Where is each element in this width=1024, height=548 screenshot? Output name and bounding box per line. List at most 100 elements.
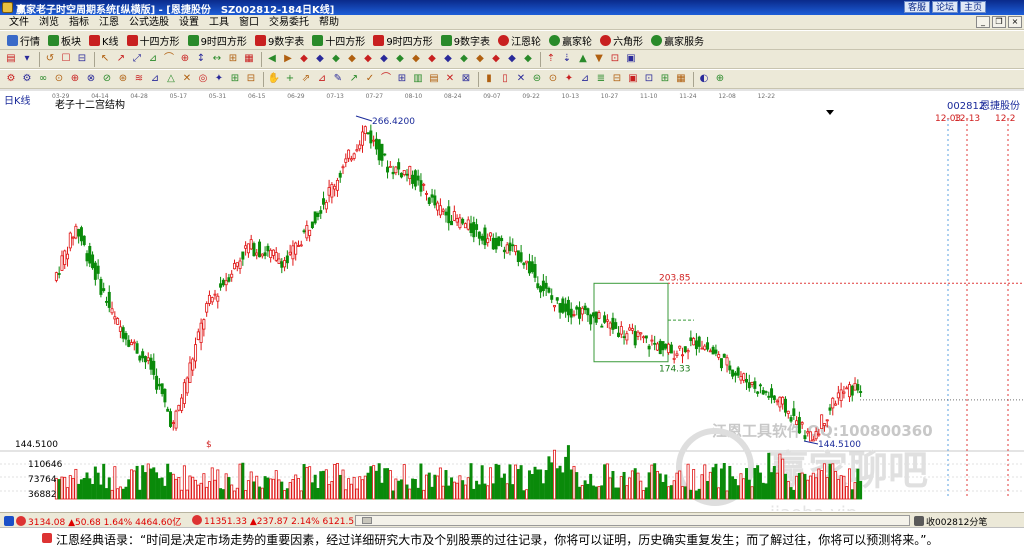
draw-box-icon[interactable]: ▦: [242, 52, 256, 66]
draw-channel-icon[interactable]: ▼: [592, 52, 606, 66]
draw-cycle-icon[interactable]: ⊞: [226, 52, 240, 66]
draw-fib-icon[interactable]: ☐: [59, 52, 73, 66]
draw-line-icon[interactable]: ▶: [281, 52, 295, 66]
home-link[interactable]: 主页: [959, 1, 986, 13]
menu-help[interactable]: 帮助: [314, 16, 344, 29]
kline-chart[interactable]: 江恩工具软件 QQ:100800360 赢家聊吧 jiaoba.vip 03-2…: [0, 89, 1024, 511]
pen-icon[interactable]: ▯: [498, 72, 512, 86]
draw-line-icon[interactable]: ⇣: [560, 52, 574, 66]
cycle-icon[interactable]: ⚙: [20, 72, 34, 86]
draw-fib-icon[interactable]: ◆: [473, 52, 487, 66]
layout-tool-icon[interactable]: ▤: [4, 52, 18, 66]
sector-button[interactable]: 板块: [45, 32, 84, 49]
hexagon-button[interactable]: 六角形: [597, 32, 646, 49]
crosshair-icon[interactable]: ⊕: [68, 72, 82, 86]
draw-cycle-icon[interactable]: ◆: [361, 52, 375, 66]
ruler-icon[interactable]: ⊞: [658, 72, 672, 86]
grid-tool-icon[interactable]: ⊛: [116, 72, 130, 86]
settings-icon[interactable]: ▤: [427, 72, 441, 86]
draw-line-icon[interactable]: ⊿: [146, 52, 160, 66]
spiral-icon[interactable]: ⊠: [459, 72, 473, 86]
ruler-icon[interactable]: ⊘: [100, 72, 114, 86]
pen-icon[interactable]: ⊞: [228, 72, 242, 86]
crosshair-icon[interactable]: ▣: [626, 72, 640, 86]
menu-browse[interactable]: 浏览: [34, 16, 64, 29]
draw-arc-icon[interactable]: ◆: [345, 52, 359, 66]
spiral-icon[interactable]: ∞: [36, 72, 50, 86]
target-icon[interactable]: ◎: [196, 72, 210, 86]
target-icon[interactable]: ⊙: [52, 72, 66, 86]
draw-arc-icon[interactable]: ◆: [489, 52, 503, 66]
draw-ray-icon[interactable]: ⌒: [162, 52, 176, 66]
number-table-button[interactable]: 9数字表: [252, 32, 307, 49]
draw-cycle-icon[interactable]: ◆: [505, 52, 519, 66]
gann-angle-icon[interactable]: ◆: [393, 52, 407, 66]
draw-fib-icon[interactable]: ↕: [194, 52, 208, 66]
square-button[interactable]: 十四方形: [124, 32, 183, 49]
settings-icon[interactable]: ◐: [697, 72, 711, 86]
crosshair-icon[interactable]: ▮: [482, 72, 496, 86]
gann-wheel-button[interactable]: 江恩轮: [495, 32, 544, 49]
menu-settings[interactable]: 设置: [174, 16, 204, 29]
layout-tool-icon[interactable]: ◀: [265, 52, 279, 66]
cycle-icon[interactable]: ✕: [443, 72, 457, 86]
zoom-icon[interactable]: ✋: [267, 72, 281, 86]
menu-gann[interactable]: 江恩: [94, 16, 124, 29]
draw-arc-icon[interactable]: ↔: [210, 52, 224, 66]
cycle-icon[interactable]: △: [164, 72, 178, 86]
draw-line-icon[interactable]: ◆: [425, 52, 439, 66]
target-icon[interactable]: ⊟: [610, 72, 624, 86]
number-table-button-2[interactable]: 9数字表: [438, 32, 493, 49]
layout-tool-icon[interactable]: ◆: [409, 52, 423, 66]
draw-channel-icon[interactable]: ◆: [313, 52, 327, 66]
target-icon[interactable]: ✎: [331, 72, 345, 86]
indicator-dropdown-icon[interactable]: [826, 110, 834, 115]
draw-ray-icon[interactable]: ◆: [441, 52, 455, 66]
scrollbar-thumb[interactable]: [362, 517, 372, 524]
winner-wheel-button[interactable]: 赢家轮: [546, 32, 595, 49]
gann-angle-icon[interactable]: ↗: [114, 52, 128, 66]
time-square-button-2[interactable]: 9时四方形: [370, 32, 435, 49]
pen-icon[interactable]: ⊗: [84, 72, 98, 86]
square-button-2[interactable]: 十四方形: [309, 32, 368, 49]
draw-box-icon[interactable]: ↖: [98, 52, 112, 66]
winner-service-button[interactable]: 赢家服务: [648, 32, 707, 49]
ruler-icon[interactable]: ⊟: [244, 72, 258, 86]
quote-button[interactable]: 行情: [4, 32, 43, 49]
time-square-button[interactable]: 9时四方形: [185, 32, 250, 49]
settings-icon[interactable]: ⚙: [4, 72, 18, 86]
close-button[interactable]: ×: [1008, 16, 1022, 28]
ruler-icon[interactable]: ⌒: [379, 72, 393, 86]
settings-icon[interactable]: ⊿: [148, 72, 162, 86]
horizontal-scrollbar[interactable]: [355, 515, 910, 526]
draw-box-icon[interactable]: ◆: [521, 52, 535, 66]
draw-channel-icon[interactable]: ↺: [43, 52, 57, 66]
draw-arc-icon[interactable]: ⊟: [75, 52, 89, 66]
settings-icon[interactable]: ✦: [562, 72, 576, 86]
draw-channel-icon[interactable]: ⊕: [178, 52, 192, 66]
cycle-icon[interactable]: ⊕: [713, 72, 727, 86]
menu-tools[interactable]: 工具: [204, 16, 234, 29]
zoom-icon[interactable]: ≋: [132, 72, 146, 86]
layout-tool-icon[interactable]: ⤢: [130, 52, 144, 66]
menu-formula[interactable]: 公式选股: [124, 16, 174, 29]
draw-line-icon[interactable]: ▾: [20, 52, 34, 66]
restore-button[interactable]: ❐: [992, 16, 1006, 28]
crosshair-icon[interactable]: ↗: [347, 72, 361, 86]
grid-tool-icon[interactable]: ⊞: [395, 72, 409, 86]
chart-canvas[interactable]: 江恩工具软件 QQ:100800360 赢家聊吧 jiaoba.vip 03-2…: [0, 89, 1024, 511]
ruler-icon[interactable]: ✕: [514, 72, 528, 86]
zoom-icon[interactable]: ⊙: [546, 72, 560, 86]
spiral-icon[interactable]: ✕: [180, 72, 194, 86]
service-link[interactable]: 客服: [903, 1, 930, 13]
cycle-icon[interactable]: ⇗: [299, 72, 313, 86]
spiral-icon[interactable]: ≣: [594, 72, 608, 86]
draw-arc-icon[interactable]: ▣: [624, 52, 638, 66]
draw-fib-icon[interactable]: ◆: [329, 52, 343, 66]
kline-button[interactable]: K线: [86, 32, 122, 49]
menu-indicator[interactable]: 指标: [64, 16, 94, 29]
menu-window[interactable]: 窗口: [234, 16, 264, 29]
draw-ray-icon[interactable]: ▲: [576, 52, 590, 66]
grid-tool-icon[interactable]: ▦: [674, 72, 688, 86]
menu-file[interactable]: 文件: [4, 16, 34, 29]
